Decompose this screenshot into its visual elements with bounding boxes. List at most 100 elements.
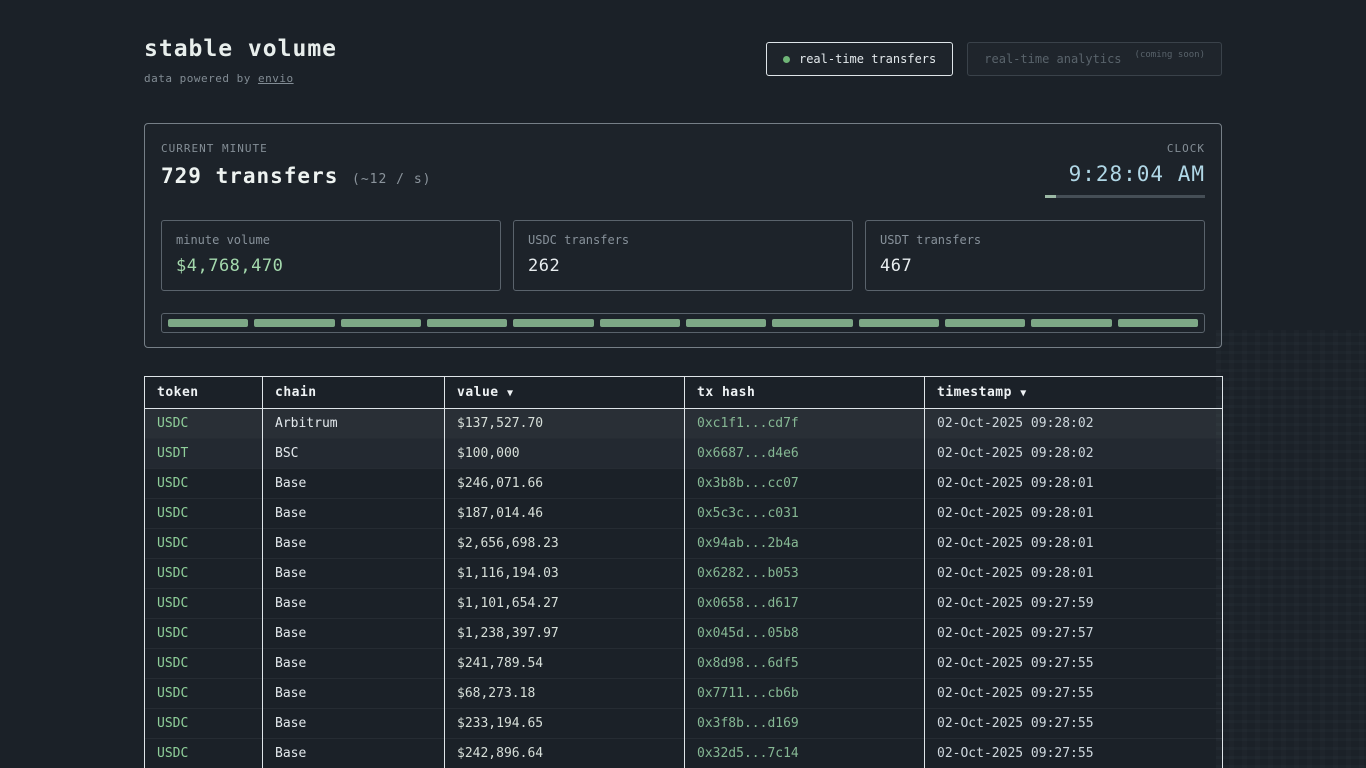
cell-tx[interactable]: 0x32d5...7c14 — [685, 739, 925, 768]
cell-token: USDC — [145, 679, 263, 709]
cell-value: $187,014.46 — [445, 499, 685, 529]
cell-tx[interactable]: 0x7711...cb6b — [685, 679, 925, 709]
activity-segment — [168, 319, 248, 327]
subtitle-text: data powered by — [144, 72, 258, 85]
cell-chain: Base — [263, 649, 445, 679]
cell-time: 02-Oct-2025 09:28:02 — [925, 439, 1223, 469]
coming-soon-badge: (coming soon) — [1135, 50, 1205, 60]
cell-token: USDC — [145, 529, 263, 559]
sort-arrow-icon: ▼ — [1020, 388, 1027, 399]
activity-segment — [859, 319, 939, 327]
cell-chain: Arbitrum — [263, 409, 445, 439]
sort-arrow-icon: ▼ — [507, 388, 514, 399]
cell-tx[interactable]: 0x6282...b053 — [685, 559, 925, 589]
cell-tx[interactable]: 0x045d...05b8 — [685, 619, 925, 649]
page-container: stable volume data powered by envio real… — [144, 0, 1222, 768]
cell-tx[interactable]: 0x3f8b...d169 — [685, 709, 925, 739]
subtitle: data powered by envio — [144, 72, 337, 85]
cell-token: USDC — [145, 559, 263, 589]
cell-value: $246,071.66 — [445, 469, 685, 499]
column-header-tx: tx hash — [685, 377, 925, 409]
background-pattern — [1216, 330, 1366, 768]
minute-progress-track — [1045, 195, 1205, 198]
activity-segment — [341, 319, 421, 327]
cell-value: $1,116,194.03 — [445, 559, 685, 589]
tab-realtime-analytics[interactable]: real-time analytics (coming soon) — [967, 42, 1222, 76]
activity-segment — [254, 319, 334, 327]
cell-value: $1,238,397.97 — [445, 619, 685, 649]
table-row: USDCBase$1,116,194.030x6282...b05302-Oct… — [145, 559, 1223, 589]
cell-chain: Base — [263, 709, 445, 739]
stat-value: $4,768,470 — [176, 256, 486, 276]
table-row: USDTBSC$100,0000x6687...d4e602-Oct-2025 … — [145, 439, 1223, 469]
table-row: USDCBase$241,789.540x8d98...6df502-Oct-2… — [145, 649, 1223, 679]
table-header-row: tokenchainvalue ▼tx hashtimestamp ▼ — [145, 377, 1223, 409]
activity-segment — [945, 319, 1025, 327]
cell-time: 02-Oct-2025 09:28:01 — [925, 499, 1223, 529]
stat-boxes: minute volume $4,768,470 USDC transfers … — [161, 220, 1205, 291]
transfer-rate: (~12 / s) — [352, 172, 431, 187]
cell-token: USDC — [145, 739, 263, 768]
table-row: USDCBase$242,896.640x32d5...7c1402-Oct-2… — [145, 739, 1223, 768]
transfer-count-value: 729 transfers — [161, 164, 338, 188]
table-row: USDCBase$68,273.180x7711...cb6b02-Oct-20… — [145, 679, 1223, 709]
activity-segment — [1118, 319, 1198, 327]
cell-time: 02-Oct-2025 09:28:01 — [925, 559, 1223, 589]
cell-time: 02-Oct-2025 09:28:01 — [925, 529, 1223, 559]
cell-time: 02-Oct-2025 09:27:55 — [925, 679, 1223, 709]
tab-label: real-time transfers — [799, 52, 936, 66]
cell-time: 02-Oct-2025 09:27:55 — [925, 649, 1223, 679]
transfers-table: tokenchainvalue ▼tx hashtimestamp ▼ USDC… — [144, 376, 1223, 768]
column-header-value[interactable]: value ▼ — [445, 377, 685, 409]
column-header-token: token — [145, 377, 263, 409]
cell-tx[interactable]: 0x8d98...6df5 — [685, 649, 925, 679]
app-viewport: stable volume data powered by envio real… — [0, 0, 1366, 768]
cell-chain: Base — [263, 619, 445, 649]
activity-segment — [427, 319, 507, 327]
cell-token: USDC — [145, 649, 263, 679]
title-block: stable volume data powered by envio — [144, 36, 337, 85]
table-row: USDCBase$246,071.660x3b8b...cc0702-Oct-2… — [145, 469, 1223, 499]
cell-time: 02-Oct-2025 09:28:01 — [925, 469, 1223, 499]
table-row: USDCArbitrum$137,527.700xc1f1...cd7f02-O… — [145, 409, 1223, 439]
stat-usdt-transfers: USDT transfers 467 — [865, 220, 1205, 291]
cell-tx[interactable]: 0xc1f1...cd7f — [685, 409, 925, 439]
cell-tx[interactable]: 0x94ab...2b4a — [685, 529, 925, 559]
cell-tx[interactable]: 0x0658...d617 — [685, 589, 925, 619]
cell-token: USDC — [145, 469, 263, 499]
cell-tx[interactable]: 0x5c3c...c031 — [685, 499, 925, 529]
table-row: USDCBase$233,194.650x3f8b...d16902-Oct-2… — [145, 709, 1223, 739]
live-dot-icon — [783, 56, 790, 63]
table-row: USDCBase$187,014.460x5c3c...c03102-Oct-2… — [145, 499, 1223, 529]
page-title: stable volume — [144, 36, 337, 62]
envio-link[interactable]: envio — [258, 72, 294, 85]
stat-value: 262 — [528, 256, 838, 276]
cell-value: $68,273.18 — [445, 679, 685, 709]
stat-label: USDC transfers — [528, 233, 838, 247]
cell-value: $100,000 — [445, 439, 685, 469]
table-header: tokenchainvalue ▼tx hashtimestamp ▼ — [145, 377, 1223, 409]
stat-minute-volume: minute volume $4,768,470 — [161, 220, 501, 291]
tab-realtime-transfers[interactable]: real-time transfers — [766, 42, 953, 76]
cell-chain: Base — [263, 499, 445, 529]
table-row: USDCBase$1,101,654.270x0658...d61702-Oct… — [145, 589, 1223, 619]
activity-bar — [161, 313, 1205, 333]
cell-chain: Base — [263, 559, 445, 589]
cell-value: $241,789.54 — [445, 649, 685, 679]
cell-tx[interactable]: 0x6687...d4e6 — [685, 439, 925, 469]
cell-chain: Base — [263, 679, 445, 709]
current-minute-label: CURRENT MINUTE — [161, 142, 431, 155]
minute-progress-fill — [1045, 195, 1056, 198]
cell-chain: Base — [263, 529, 445, 559]
stat-label: USDT transfers — [880, 233, 1190, 247]
column-header-time[interactable]: timestamp ▼ — [925, 377, 1223, 409]
activity-segment — [600, 319, 680, 327]
clock-block: CLOCK 9:28:04 AM — [1045, 142, 1205, 198]
cell-token: USDC — [145, 709, 263, 739]
cell-chain: BSC — [263, 439, 445, 469]
cell-value: $2,656,698.23 — [445, 529, 685, 559]
cell-tx[interactable]: 0x3b8b...cc07 — [685, 469, 925, 499]
cell-time: 02-Oct-2025 09:28:02 — [925, 409, 1223, 439]
cell-time: 02-Oct-2025 09:27:57 — [925, 619, 1223, 649]
stat-label: minute volume — [176, 233, 486, 247]
